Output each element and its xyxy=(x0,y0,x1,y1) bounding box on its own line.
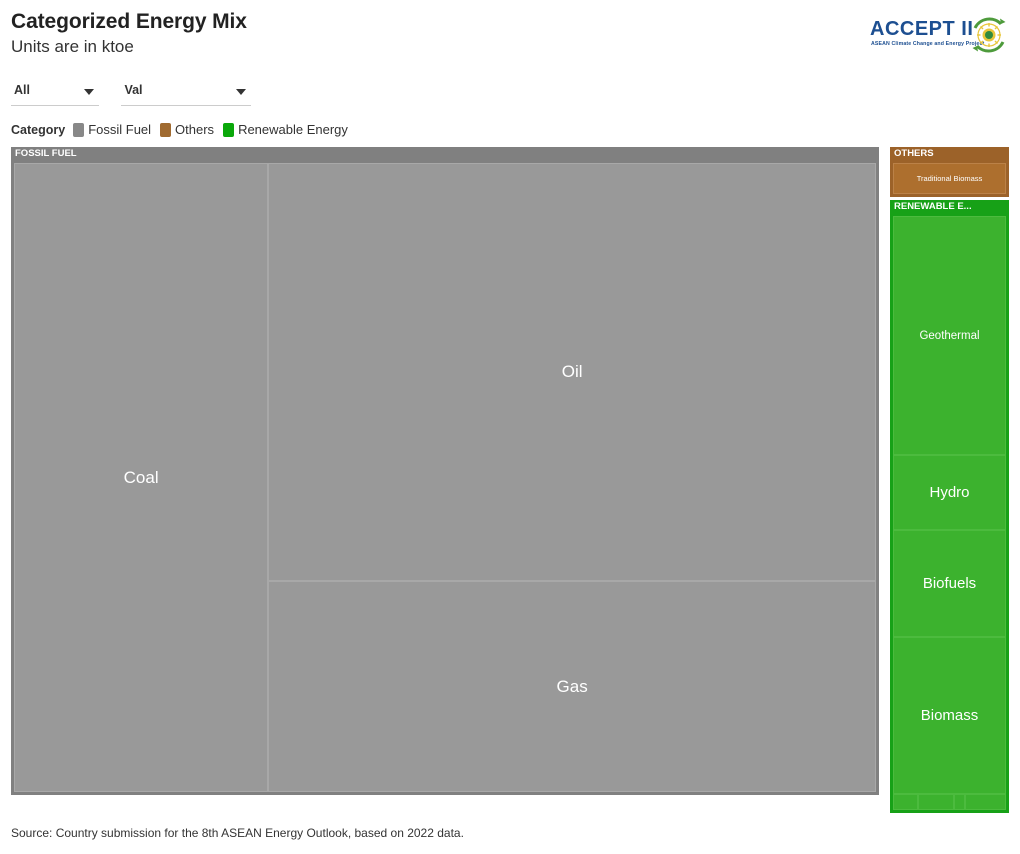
treemap-group-renewable-energy: RENEWABLE E... Geothermal Hydro Biofuels… xyxy=(890,200,1009,813)
legend-label-others: Others xyxy=(175,122,215,137)
treemap-group-others: OTHERS Traditional Biomass xyxy=(890,147,1009,197)
treemap-tile-label-biofuels: Biofuels xyxy=(922,574,977,592)
sun-arrows-icon xyxy=(972,17,1006,53)
value-filter-value: Val xyxy=(124,83,143,97)
treemap-tile-biofuels[interactable]: Biofuels xyxy=(893,529,1006,637)
legend-swatch-fossil-fuel xyxy=(73,122,85,137)
legend-label-renewable-energy: Renewable Energy xyxy=(238,122,348,137)
treemap-tile-coal[interactable]: Coal xyxy=(14,163,269,792)
legend-item-fossil-fuel[interactable]: Fossil Fuel xyxy=(73,122,151,137)
legend-label-fossil-fuel: Fossil Fuel xyxy=(88,122,152,137)
treemap-tile-gas[interactable]: Gas xyxy=(268,581,876,792)
legend-item-others[interactable]: Others xyxy=(160,122,214,137)
source-note: Source: Country submission for the 8th A… xyxy=(11,826,464,840)
treemap-tile-small-3[interactable] xyxy=(954,793,966,810)
page-title: Categorized Energy Mix xyxy=(11,10,247,33)
treemap-tile-oil[interactable]: Oil xyxy=(268,163,876,582)
country-filter-value: All xyxy=(14,83,30,97)
dashboard-header: Categorized Energy Mix Units are in ktoe… xyxy=(0,0,1020,146)
treemap-tile-label-geothermal: Geothermal xyxy=(919,329,980,342)
treemap-tile-label-biomass: Biomass xyxy=(920,706,979,724)
treemap-group-fossil-fuel: FOSSIL FUEL Coal Oil Gas xyxy=(11,147,879,795)
treemap-tile-biomass[interactable]: Biomass xyxy=(893,636,1006,794)
treemap-tiles-renewable-energy: Geothermal Hydro Biofuels Biomass xyxy=(893,216,1006,810)
treemap-tile-hydro[interactable]: Hydro xyxy=(893,455,1006,530)
treemap-tile-small-4[interactable] xyxy=(965,793,1006,810)
treemap-tile-label-traditional-biomass: Traditional Biomass xyxy=(916,174,983,183)
value-filter[interactable]: Val xyxy=(121,80,252,106)
treemap-tile-small-1[interactable] xyxy=(893,793,918,810)
chevron-down-icon xyxy=(236,89,247,95)
treemap-group-header-fossil-fuel: FOSSIL FUEL xyxy=(15,148,77,159)
treemap-tile-label-gas: Gas xyxy=(556,676,588,696)
treemap-tile-label-oil: Oil xyxy=(561,362,583,382)
logo-wordmark: ACCEPT II xyxy=(870,18,974,40)
accept-ii-logo: ACCEPT II ASEAN Climate Change and Energ… xyxy=(870,13,1010,58)
treemap-tile-traditional-biomass[interactable]: Traditional Biomass xyxy=(893,163,1006,194)
filter-bar: All Val xyxy=(11,80,252,106)
treemap-tile-small-2[interactable] xyxy=(917,793,955,810)
treemap-group-header-others: OTHERS xyxy=(894,148,934,159)
treemap-tile-geothermal[interactable]: Geothermal xyxy=(893,216,1006,456)
treemap-tiles-fossil-fuel: Coal Oil Gas xyxy=(14,163,876,792)
treemap-tiles-others: Traditional Biomass xyxy=(893,163,1006,194)
country-filter[interactable]: All xyxy=(11,80,99,106)
page-subtitle: Units are in ktoe xyxy=(11,37,134,56)
treemap-group-header-renewable-energy: RENEWABLE E... xyxy=(894,201,972,212)
energy-mix-treemap: FOSSIL FUEL Coal Oil Gas OTHERS Traditio… xyxy=(11,147,1009,813)
legend-title: Category xyxy=(11,122,66,137)
legend-swatch-others xyxy=(160,122,172,137)
treemap-tile-label-coal: Coal xyxy=(123,467,159,487)
treemap-tile-label-hydro: Hydro xyxy=(929,484,970,501)
chevron-down-icon xyxy=(84,89,94,95)
category-legend: Category Fossil Fuel Others Renewable En… xyxy=(11,121,357,138)
legend-item-renewable-energy[interactable]: Renewable Energy xyxy=(223,122,348,137)
legend-swatch-renewable-energy xyxy=(223,122,235,137)
